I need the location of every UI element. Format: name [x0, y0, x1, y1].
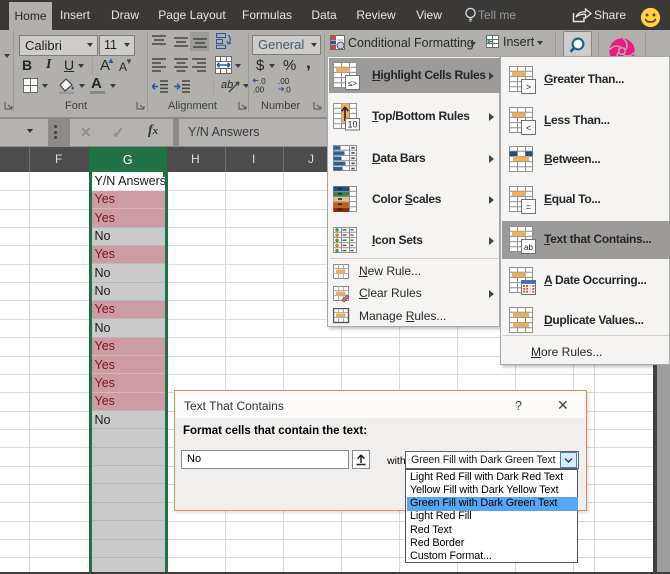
svg-text:.0: .0	[284, 86, 291, 95]
svg-text:ab: ab	[524, 243, 533, 252]
svg-text:=: =	[526, 202, 531, 212]
svg-text:.00: .00	[253, 86, 265, 95]
svg-text:≤>: ≤>	[348, 79, 357, 88]
svg-text:<: <	[526, 123, 531, 133]
svg-text:10: 10	[347, 120, 357, 130]
svg-text:>: >	[526, 82, 531, 92]
